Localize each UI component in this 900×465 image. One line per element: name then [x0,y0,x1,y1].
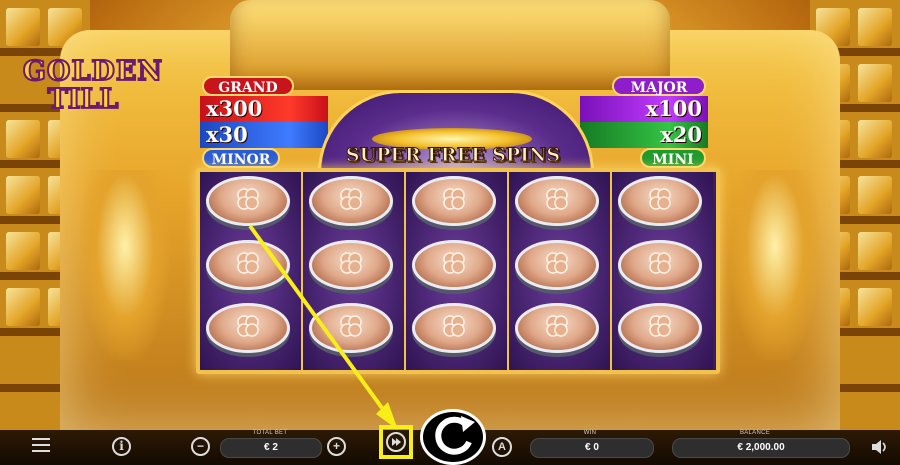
fast-forward-icon[interactable] [386,432,406,452]
spin-button[interactable] [420,409,486,465]
balance-caption: BALANCE [739,430,771,436]
plus-icon[interactable]: + [327,437,346,456]
total-bet-caption: TOTAL BET [252,430,288,436]
arrow-shaft [248,224,384,410]
refresh-icon [435,416,475,455]
game-scene: GOLDEN TILL GRAND x300 x30 MINOR MAJOR x… [0,0,900,430]
win-value: € 0 [530,438,654,458]
autoplay-icon[interactable]: A [492,437,512,457]
speaker-icon[interactable] [871,439,889,455]
total-bet-value: € 2 [220,438,322,458]
win-caption: WIN [583,430,597,436]
hamburger-icon[interactable] [32,438,50,452]
minus-icon[interactable]: − [191,437,210,456]
tutorial-arrow [248,224,398,430]
balance-value: € 2,000.00 [672,438,850,458]
info-icon[interactable]: i [112,437,131,456]
